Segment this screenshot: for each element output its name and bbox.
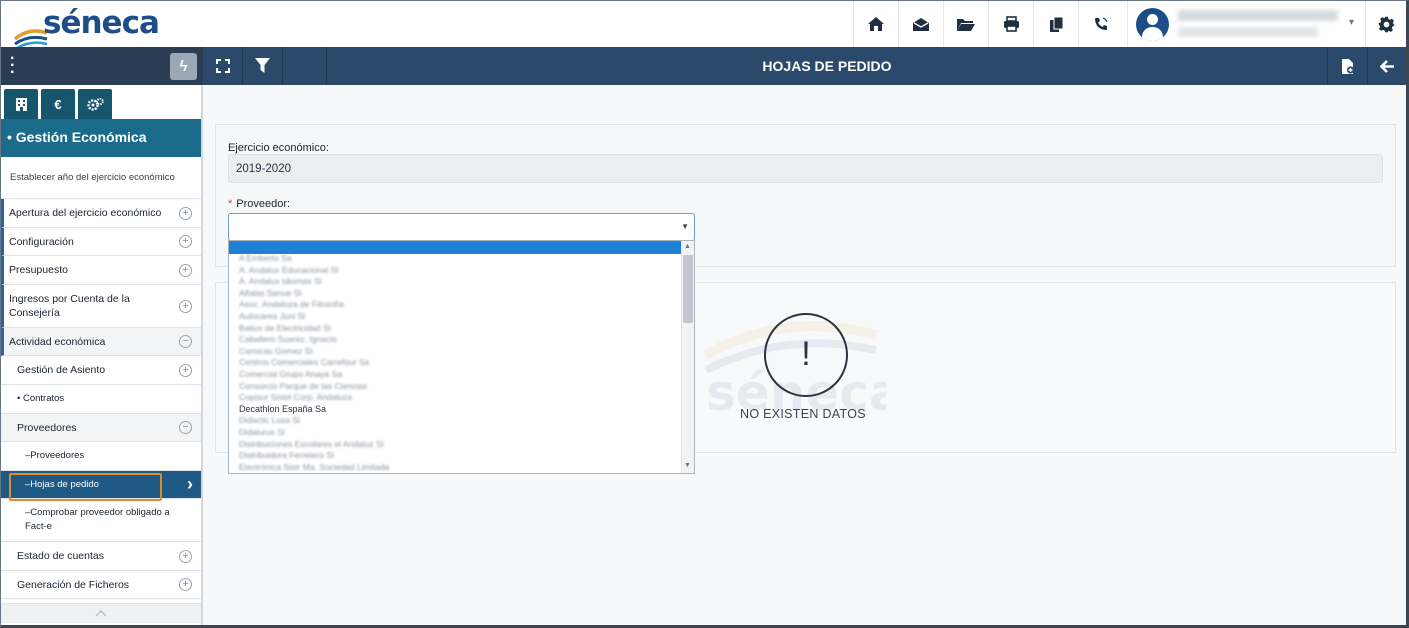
- dropdown-option[interactable]: Decathlon España Sa: [239, 404, 679, 416]
- dropdown-option[interactable]: Didalurus Sl: [239, 427, 679, 439]
- chevron-down-icon[interactable]: ▾: [1349, 17, 1354, 28]
- dropdown-option[interactable]: Alfalas Sanue Sl: [239, 288, 679, 300]
- expand-plus-icon[interactable]: +: [179, 206, 192, 220]
- dropdown-option[interactable]: A Emberto Sa: [239, 253, 679, 265]
- dropdown-options: A Emberto Sa A. Andalux Educacional Sl A. …: [239, 253, 679, 473]
- alert-icon: !: [764, 313, 848, 397]
- sidebar-item-estado-cuentas[interactable]: Estado de cuentas +: [1, 542, 201, 571]
- user-role-redacted: [1178, 27, 1318, 37]
- sidebar-item-comprobar-proveedor[interactable]: –Comprobar proveedor obligado a Fact-e: [1, 499, 201, 542]
- sidebar-toolbar: · · · ϟ: [1, 47, 203, 85]
- sidebar-item-generacion-ficheros[interactable]: Generación de Ficheros +: [1, 571, 201, 599]
- expand-plus-icon[interactable]: +: [179, 235, 192, 248]
- user-menu[interactable]: ▾: [1127, 1, 1365, 47]
- expand-plus-icon[interactable]: +: [179, 363, 192, 377]
- expand-plus-icon[interactable]: +: [179, 299, 192, 313]
- dropdown-option[interactable]: Copisur Sistel Corp. Andaluza: [239, 392, 679, 404]
- copy-icon[interactable]: [1033, 1, 1078, 47]
- filter-icon[interactable]: [243, 47, 283, 85]
- seneca-logo[interactable]: séneca: [13, 5, 160, 49]
- building-icon[interactable]: [4, 89, 38, 119]
- cogs-icon[interactable]: [78, 89, 112, 119]
- sidebar-section-title: • Gestión Económica: [1, 119, 201, 157]
- dropdown-option[interactable]: Asoc. Andaluza de Filosofía: [239, 299, 679, 311]
- dropdown-option[interactable]: Carnicas Gomez Sl: [239, 346, 679, 358]
- phone-icon[interactable]: [1078, 1, 1123, 47]
- dropdown-option[interactable]: Consorcio Parque de las Ciencias: [239, 381, 679, 393]
- euro-icon[interactable]: €: [41, 89, 75, 119]
- dropdown-option[interactable]: Comercial Grupo Anaya Sa: [239, 369, 679, 381]
- gear-icon[interactable]: [1365, 1, 1407, 47]
- expand-plus-icon[interactable]: +: [179, 263, 192, 277]
- more-options-icon[interactable]: · · ·: [10, 51, 15, 81]
- scrollbar-thumb[interactable]: [683, 255, 693, 323]
- collapse-minus-icon[interactable]: −: [179, 335, 192, 348]
- sidebar-item-proveedores[interactable]: –Proveedores: [1, 442, 201, 471]
- sidebar-item-presupuesto[interactable]: Presupuesto +: [1, 256, 201, 285]
- proveedor-label-text: Proveedor:: [236, 198, 291, 210]
- new-document-icon[interactable]: [1327, 47, 1367, 85]
- sidebar-item-proveedores-group[interactable]: Proveedores −: [1, 414, 201, 442]
- mail-icon[interactable]: [898, 1, 943, 47]
- dropdown-option[interactable]: Didactic Lusa Sl: [239, 415, 679, 427]
- print-icon[interactable]: [988, 1, 1033, 47]
- top-header: séneca ▾: [1, 1, 1407, 49]
- collapse-minus-icon[interactable]: −: [179, 421, 192, 434]
- header-toolbar: [853, 1, 1123, 47]
- ejercicio-field: 2019-2020: [228, 154, 1383, 183]
- sidebar-item-contratos[interactable]: • Contratos: [1, 385, 201, 414]
- sidebar-item-apertura[interactable]: Apertura del ejercicio económico +: [1, 199, 201, 228]
- dropdown-scrollbar[interactable]: ▲ ▼: [681, 241, 694, 473]
- dropdown-option[interactable]: Electrónica Sistr Ma. Sociedad Limitada: [239, 462, 679, 474]
- expand-icon[interactable]: [203, 47, 243, 85]
- page-title: HOJAS DE PEDIDO: [762, 58, 892, 74]
- expand-plus-icon[interactable]: +: [179, 578, 192, 591]
- folder-icon[interactable]: [943, 1, 988, 47]
- user-name-redacted: [1178, 10, 1338, 21]
- proveedor-dropdown-list[interactable]: A Emberto Sa A. Andalux Educacional Sl A. …: [228, 240, 695, 474]
- avatar: [1136, 8, 1169, 41]
- sidebar-item-actividad-economica[interactable]: Actividad económica −: [1, 328, 201, 356]
- dropdown-option[interactable]: Autocares Juni Sl: [239, 311, 679, 323]
- required-mark: *: [228, 198, 233, 210]
- sidebar-item-configuracion[interactable]: Configuración +: [1, 228, 201, 256]
- toolbar-spacer: [283, 47, 327, 85]
- quick-access-icon[interactable]: ϟ: [170, 53, 197, 80]
- scroll-up-arrow-icon[interactable]: ▲: [684, 243, 691, 250]
- proveedor-label: * Proveedor:: [228, 198, 290, 210]
- empty-state-message: NO EXISTEN DATOS: [740, 407, 866, 421]
- proveedor-select[interactable]: ▼: [228, 213, 695, 241]
- dropdown-option[interactable]: A. Andalux Idiomas Sl: [239, 276, 679, 288]
- sidebar-item-ingresos[interactable]: Ingresos por Cuenta de la Consejería +: [1, 285, 201, 328]
- sidebar-item-establecer-ano[interactable]: Establecer año del ejercicio económico: [1, 157, 201, 199]
- sidebar: € • Gestión Económica Establecer año del…: [1, 85, 203, 625]
- expand-plus-icon[interactable]: +: [179, 549, 192, 563]
- sidebar-tabs: €: [1, 85, 201, 119]
- scroll-down-arrow-icon[interactable]: ▼: [684, 462, 691, 469]
- chevron-right-icon: ›: [187, 474, 193, 494]
- dropdown-option[interactable]: Distribuidora Ferretera Sl: [239, 450, 679, 462]
- dropdown-option[interactable]: Distribuciones Escolares el Andaluz Sl: [239, 439, 679, 451]
- dropdown-option[interactable]: A. Andalux Educacional Sl: [239, 265, 679, 277]
- highlight-annotation: [9, 473, 162, 501]
- sidebar-menu: Establecer año del ejercicio económico A…: [1, 157, 201, 599]
- chevron-up-icon: [95, 609, 107, 617]
- sidebar-scroll-up[interactable]: [1, 603, 201, 623]
- back-arrow-icon[interactable]: [1367, 47, 1406, 85]
- dropdown-option[interactable]: Batiux de Electricidad Sl: [239, 323, 679, 335]
- main-toolbar: · · · ϟ HOJAS DE PEDIDO: [1, 47, 1406, 85]
- chevron-down-icon[interactable]: ▼: [681, 222, 689, 231]
- home-icon[interactable]: [853, 1, 898, 47]
- dropdown-option[interactable]: Centros Comerciales Carrefour Sa: [239, 357, 679, 369]
- logo-text: séneca: [43, 5, 160, 41]
- ejercicio-label: Ejercicio económico:: [228, 142, 329, 154]
- dropdown-option[interactable]: Caballero Suarez, Ignacio: [239, 334, 679, 346]
- sidebar-item-gestion-asiento[interactable]: Gestión de Asiento +: [1, 356, 201, 385]
